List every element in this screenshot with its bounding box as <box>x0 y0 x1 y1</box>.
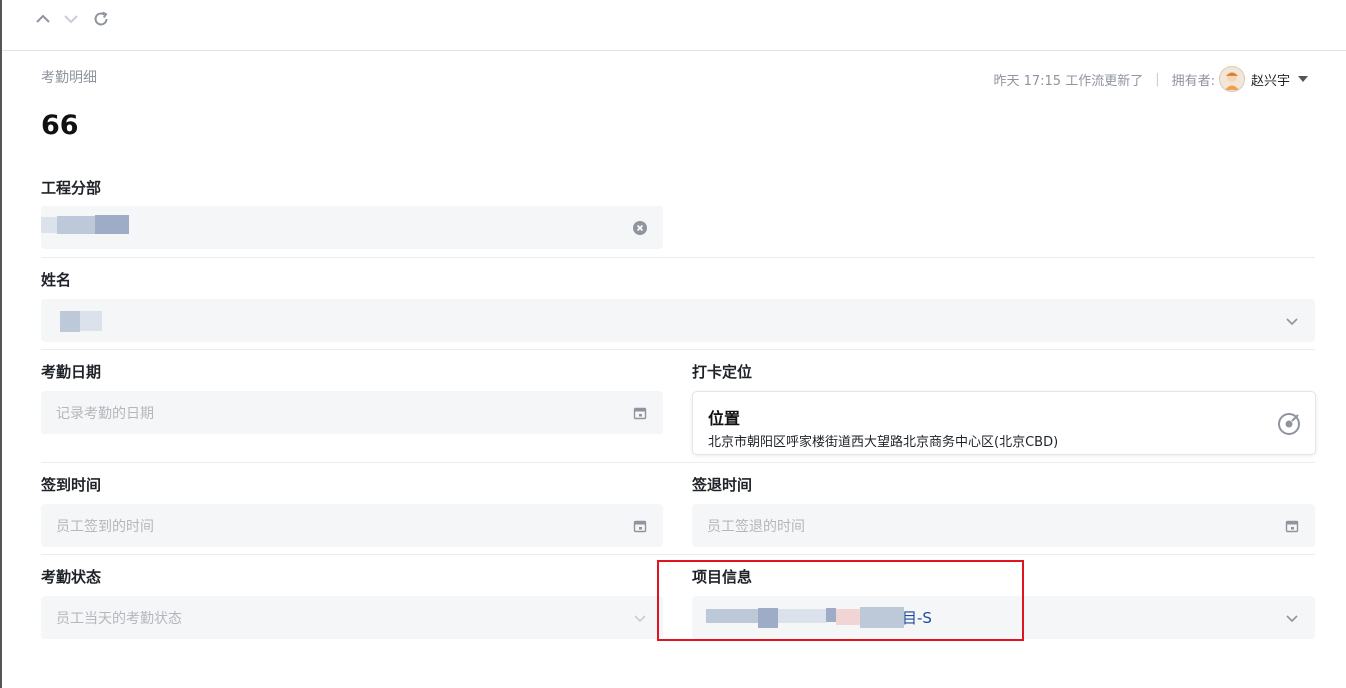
attendance-date-label: 考勤日期 <box>41 363 102 381</box>
location-address: 北京市朝阳区呼家楼街道西大望路北京商务中心区(北京CBD) <box>708 435 1059 450</box>
clear-icon[interactable] <box>633 220 647 235</box>
row-divider <box>41 257 1315 258</box>
redacted-text <box>41 217 57 233</box>
chevron-down-icon[interactable] <box>1285 314 1299 328</box>
division-field[interactable] <box>41 206 663 249</box>
attendance-status-label: 考勤状态 <box>41 568 102 586</box>
record-title: 66 <box>41 110 79 141</box>
owner-name[interactable]: 赵兴宇 <box>1251 70 1290 89</box>
calendar-icon[interactable] <box>1285 519 1299 533</box>
refresh-icon[interactable] <box>90 8 112 30</box>
window-edge <box>0 0 2 688</box>
signin-time-label: 签到时间 <box>41 476 102 494</box>
redacted-text <box>60 311 80 332</box>
caret-down-icon[interactable] <box>1298 76 1308 82</box>
breadcrumb[interactable]: 考勤明细 <box>41 67 97 87</box>
top-toolbar <box>2 0 1346 51</box>
chevron-up-icon[interactable] <box>32 8 54 30</box>
update-info: 昨天 17:15 工作流更新了 <box>993 73 1144 89</box>
signin-time-field[interactable]: 员工签到的时间 <box>41 504 663 547</box>
attendance-status-placeholder: 员工当天的考勤状态 <box>56 610 182 627</box>
row-divider <box>41 349 1315 350</box>
signout-time-placeholder: 员工签退的时间 <box>707 518 805 535</box>
attendance-status-select[interactable]: 员工当天的考勤状态 <box>41 596 663 639</box>
locate-icon[interactable] <box>1277 412 1301 440</box>
avatar[interactable] <box>1218 66 1245 92</box>
checkin-location-label: 打卡定位 <box>692 363 753 381</box>
calendar-icon[interactable] <box>633 406 647 420</box>
division-label: 工程分部 <box>41 179 102 197</box>
redacted-text <box>95 215 129 234</box>
location-card[interactable]: 位置 北京市朝阳区呼家楼街道西大望路北京商务中心区(北京CBD) <box>692 391 1316 455</box>
record-meta: 昨天 17:15 工作流更新了 | 拥有者: 赵兴宇 <box>993 66 1308 92</box>
highlight-box <box>657 560 1024 641</box>
chevron-down-icon[interactable] <box>1285 611 1299 625</box>
attendance-date-placeholder: 记录考勤的日期 <box>56 405 154 422</box>
owner-label: 拥有者: <box>1171 73 1215 89</box>
row-divider <box>41 462 1315 463</box>
signout-time-label: 签退时间 <box>692 476 753 494</box>
name-select[interactable] <box>41 299 1315 342</box>
chevron-down-icon[interactable] <box>60 8 82 30</box>
calendar-icon[interactable] <box>633 519 647 533</box>
signin-time-placeholder: 员工签到的时间 <box>56 518 154 535</box>
attendance-date-field[interactable]: 记录考勤的日期 <box>41 391 663 434</box>
name-label: 姓名 <box>41 271 72 289</box>
meta-separator: | <box>1155 71 1160 87</box>
redacted-text <box>57 216 95 234</box>
signout-time-field[interactable]: 员工签退的时间 <box>692 504 1315 547</box>
redacted-text <box>80 311 102 331</box>
row-divider <box>41 554 1315 555</box>
chevron-down-icon[interactable] <box>633 611 647 625</box>
location-title: 位置 <box>708 409 741 428</box>
